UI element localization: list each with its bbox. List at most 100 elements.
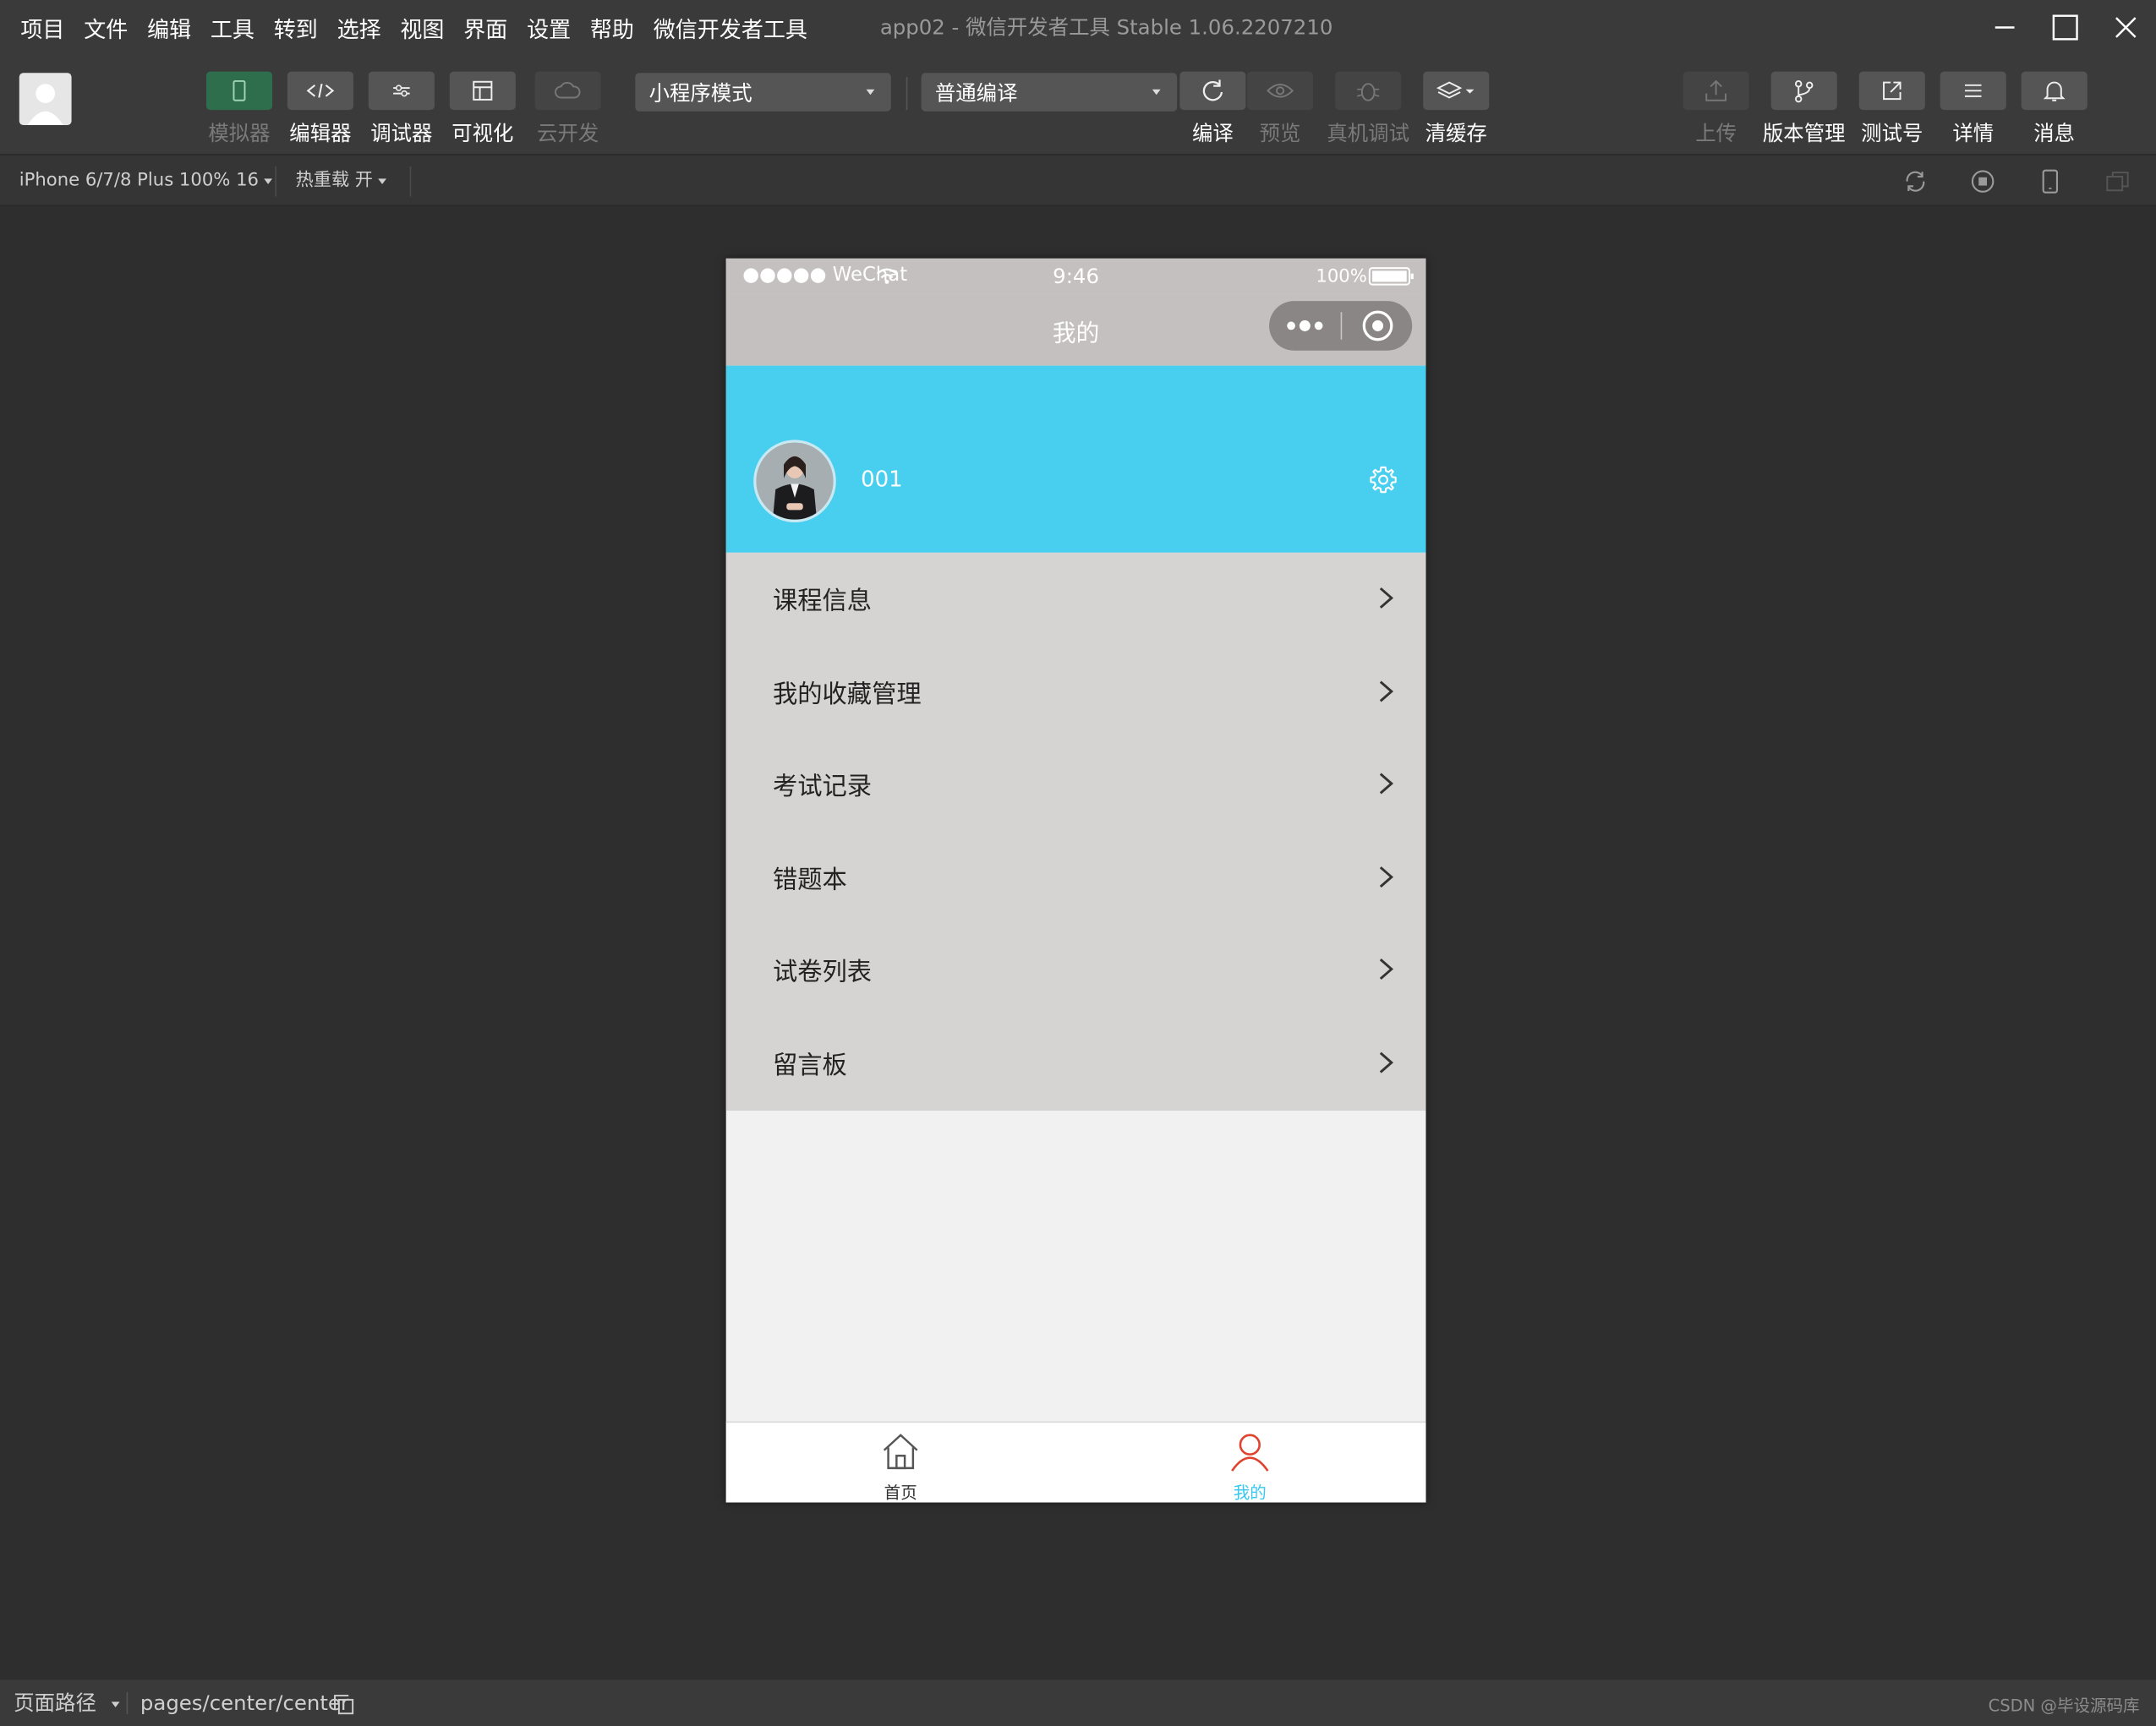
record-button[interactable] xyxy=(1970,169,1995,194)
details-button[interactable] xyxy=(1940,71,2006,111)
compile-select[interactable]: 普通编译 xyxy=(921,73,1178,112)
version-control-tool[interactable]: 版本管理 xyxy=(1763,71,1846,147)
minimize-button[interactable] xyxy=(1974,0,2035,55)
page-path-select[interactable]: 页面路径 xyxy=(14,1680,120,1726)
phone-tab-bar: 首页 我的 xyxy=(725,1421,1426,1503)
menu-file[interactable]: 文件 xyxy=(74,11,138,44)
messages-tool[interactable]: 消息 xyxy=(2020,71,2088,147)
settings-button[interactable] xyxy=(1368,465,1398,495)
remote-debug-tool[interactable]: 真机调试 xyxy=(1327,71,1409,147)
tab-home[interactable]: 首页 xyxy=(726,1423,1075,1503)
mode-select[interactable]: 小程序模式 xyxy=(635,73,891,112)
chevron-right-icon xyxy=(1379,959,1394,980)
menu-settings[interactable]: 设置 xyxy=(517,11,581,44)
avatar-placeholder-icon xyxy=(27,84,63,125)
version-control-button[interactable] xyxy=(1770,71,1837,111)
battery-icon xyxy=(1368,267,1414,286)
editor-tool[interactable]: 编辑器 xyxy=(286,71,354,147)
hot-reload-toggle[interactable]: 热重载 开 xyxy=(296,156,387,208)
menu-select[interactable]: 选择 xyxy=(327,11,391,44)
detach-window-button[interactable] xyxy=(2105,169,2130,194)
cloud-icon xyxy=(555,81,581,99)
code-icon xyxy=(306,83,335,98)
menu-row-label: 试卷列表 xyxy=(772,959,873,988)
rotate-icon xyxy=(1906,171,1925,192)
bug-icon xyxy=(1356,83,1380,101)
avatar-photo xyxy=(756,442,834,520)
menu-goto[interactable]: 转到 xyxy=(264,11,327,44)
device-select[interactable]: iPhone 6/7/8 Plus 100% 16 xyxy=(19,156,273,208)
chevron-down-icon xyxy=(111,1701,120,1707)
test-account-tool[interactable]: 测试号 xyxy=(1858,71,1926,147)
menu-interface[interactable]: 界面 xyxy=(454,11,517,44)
minimize-icon xyxy=(1995,26,2015,29)
watermark: CSDN @毕设源码库 xyxy=(1988,1696,2140,1716)
toolbar: 模拟器 编辑器 调试器 可视化 云开发 小程序模式 普通编译 编译 预览 真机调… xyxy=(0,55,2156,155)
debugger-tool[interactable]: 调试器 xyxy=(367,71,435,147)
menu-wechat-devtools[interactable]: 微信开发者工具 xyxy=(643,11,817,44)
menu-row-favorites[interactable]: 我的收藏管理 xyxy=(726,646,1426,739)
menu-tools[interactable]: 工具 xyxy=(201,11,265,44)
close-window-button[interactable] xyxy=(2095,0,2156,55)
menu-row-wrong-questions[interactable]: 错题本 xyxy=(726,832,1426,925)
upload-tool[interactable]: 上传 xyxy=(1682,71,1750,147)
compile-button[interactable] xyxy=(1179,71,1246,111)
layout-icon xyxy=(473,80,493,101)
messages-label: 消息 xyxy=(2033,121,2076,146)
user-avatar[interactable] xyxy=(19,73,72,125)
cloud-dev-button[interactable] xyxy=(534,71,601,111)
profile-avatar[interactable] xyxy=(753,440,836,522)
menu-view[interactable]: 视图 xyxy=(391,11,454,44)
rotate-button[interactable] xyxy=(1903,169,1928,194)
more-button[interactable] xyxy=(1269,301,1341,351)
page-path-value: pages/center/center xyxy=(140,1690,349,1716)
menu-row-label: 考试记录 xyxy=(772,773,873,802)
menu-row-label: 错题本 xyxy=(772,866,847,895)
bell-icon xyxy=(2043,81,2066,101)
toolbar-divider xyxy=(906,77,908,111)
test-account-label: 测试号 xyxy=(1861,121,1923,146)
menu-help[interactable]: 帮助 xyxy=(581,11,644,44)
visual-button[interactable] xyxy=(449,71,516,111)
device-frame-button[interactable] xyxy=(2038,169,2062,194)
maximize-button[interactable] xyxy=(2035,0,2096,55)
debugger-button[interactable] xyxy=(368,71,435,111)
menu-row-exam-records[interactable]: 考试记录 xyxy=(726,739,1426,832)
menu-project[interactable]: 项目 xyxy=(11,11,74,44)
menu-row-message-board[interactable]: 留言板 xyxy=(726,1017,1426,1110)
compile-select-value: 普通编译 xyxy=(934,80,1018,106)
editor-button[interactable] xyxy=(287,71,353,111)
cloud-dev-tool[interactable]: 云开发 xyxy=(534,71,602,147)
simulator-button[interactable] xyxy=(205,71,273,111)
menu-row-paper-list[interactable]: 试卷列表 xyxy=(726,925,1426,1018)
layers-icon xyxy=(1436,81,1475,99)
test-account-button[interactable] xyxy=(1858,71,1925,111)
version-control-label: 版本管理 xyxy=(1762,121,1846,146)
messages-button[interactable] xyxy=(2021,71,2088,111)
chevron-down-icon xyxy=(1152,89,1161,96)
close-icon xyxy=(2115,17,2137,38)
record-icon xyxy=(1971,170,1995,193)
compile-tool[interactable]: 编译 xyxy=(1179,71,1247,147)
menu-row-course-info[interactable]: 课程信息 xyxy=(726,553,1426,646)
close-miniprogram-button[interactable] xyxy=(1342,301,1412,351)
chevron-right-icon xyxy=(1379,773,1394,795)
simulator-subbar: iPhone 6/7/8 Plus 100% 16 热重载 开 xyxy=(0,154,2156,206)
clear-cache-button[interactable] xyxy=(1423,71,1490,111)
upload-button[interactable] xyxy=(1683,71,1749,111)
tab-mine[interactable]: 我的 xyxy=(1075,1423,1425,1503)
details-tool[interactable]: 详情 xyxy=(1939,71,2007,147)
phone-icon xyxy=(2042,169,2059,194)
remote-debug-button[interactable] xyxy=(1335,71,1402,111)
bottombar-divider xyxy=(126,1691,129,1714)
simulator-tool[interactable]: 模拟器 xyxy=(205,71,273,147)
clear-cache-tool[interactable]: 清缓存 xyxy=(1422,71,1491,147)
subbar-divider xyxy=(409,166,412,197)
visual-tool[interactable]: 可视化 xyxy=(448,71,517,147)
maximize-icon xyxy=(2052,14,2078,41)
menu-edit[interactable]: 编辑 xyxy=(138,11,201,44)
preview-tool[interactable]: 预览 xyxy=(1245,71,1314,147)
copy-icon[interactable] xyxy=(333,1694,355,1716)
visual-label: 可视化 xyxy=(451,121,514,146)
preview-button[interactable] xyxy=(1247,71,1314,111)
